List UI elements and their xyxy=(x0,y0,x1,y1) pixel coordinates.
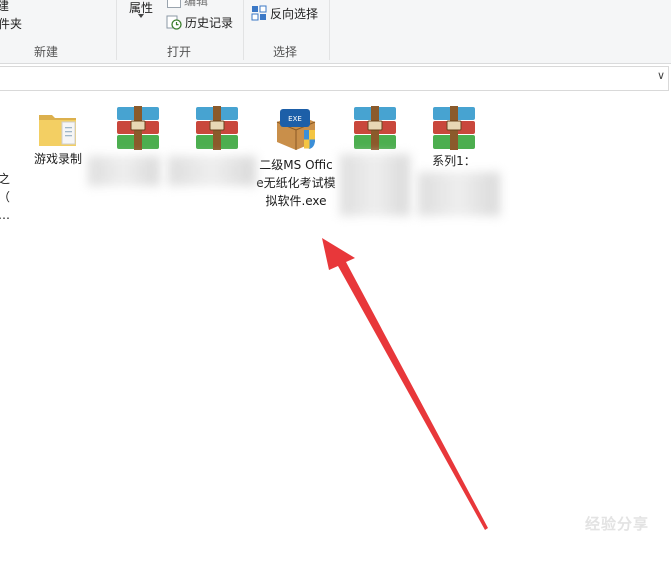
privacy-blur xyxy=(340,154,410,216)
invert-selection-label: 反向选择 xyxy=(270,7,319,21)
folder-icon xyxy=(39,115,76,146)
invert-selection-icon xyxy=(251,5,267,21)
partial-label-line: 之 xyxy=(0,172,11,186)
history-icon xyxy=(166,15,182,30)
partial-file-item[interactable]: 之 （ … xyxy=(0,170,12,224)
file-name: 二级MS Office无纸化考试模拟软件.exe xyxy=(256,158,336,208)
group-label-open: 打开 xyxy=(167,45,192,59)
privacy-blur xyxy=(88,156,160,186)
invert-selection-button[interactable]: 反向选择 xyxy=(251,3,325,23)
privacy-blur xyxy=(418,172,500,216)
exe-installer-icon: EXE xyxy=(276,109,316,150)
ribbon: 建 件夹 新建 属性 编辑 历史记录 打开 反向选择 选择 xyxy=(0,0,671,64)
new-folder-partial-label[interactable]: 件夹 xyxy=(0,15,22,32)
file-name: 游戏录制 xyxy=(33,152,82,166)
group-label-new: 新建 xyxy=(34,45,59,59)
edit-icon xyxy=(167,0,181,8)
partial-label-line: （ xyxy=(0,188,12,206)
winrar-archive-icon xyxy=(117,106,159,150)
group-label-select: 选择 xyxy=(273,45,298,59)
winrar-archive-icon xyxy=(354,106,396,150)
watermark: 经验分享 xyxy=(584,515,649,533)
history-label: 历史记录 xyxy=(185,16,234,30)
file-item-archive[interactable] xyxy=(176,104,258,152)
edit-button[interactable]: 编辑 xyxy=(166,0,216,10)
file-name: 系列1： xyxy=(432,154,476,168)
history-button[interactable]: 历史记录 xyxy=(166,13,238,31)
file-view: 之 （ … 游戏录制 xyxy=(0,92,671,568)
address-bar[interactable]: ∨ xyxy=(0,66,669,91)
file-item-archive[interactable] xyxy=(97,104,179,152)
svg-text:EXE: EXE xyxy=(288,115,302,123)
chevron-down-icon[interactable]: ∨ xyxy=(657,69,665,82)
properties-button[interactable]: 属性 xyxy=(127,0,157,22)
edit-label: 编辑 xyxy=(184,0,209,8)
ribbon-separator xyxy=(243,0,244,60)
ribbon-separator xyxy=(116,0,117,60)
file-item-folder[interactable]: 游戏录制 xyxy=(17,106,99,168)
winrar-archive-icon xyxy=(433,106,475,150)
winrar-archive-icon xyxy=(196,106,238,150)
file-item-archive[interactable] xyxy=(334,104,416,152)
dropdown-arrow-icon xyxy=(138,14,144,18)
privacy-blur xyxy=(168,156,256,186)
new-item-partial-label[interactable]: 建 xyxy=(0,0,9,14)
file-item-exe[interactable]: EXE 二级MS Office无纸化考试模拟软件.exe xyxy=(256,102,336,210)
partial-label-line: … xyxy=(0,206,12,224)
ribbon-separator xyxy=(329,0,330,60)
file-item-archive[interactable]: 系列1： xyxy=(413,104,495,170)
